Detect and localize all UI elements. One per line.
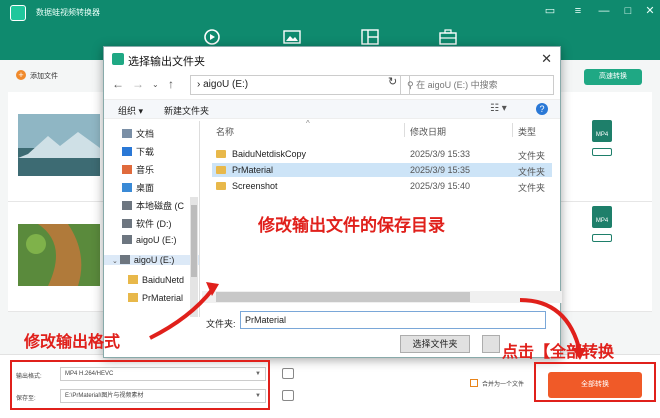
arrow-to-folder-dialog [149, 288, 214, 340]
annotation-arrows [149, 282, 586, 360]
arrow-head [572, 348, 586, 360]
arrow-to-convert-button [519, 298, 582, 353]
